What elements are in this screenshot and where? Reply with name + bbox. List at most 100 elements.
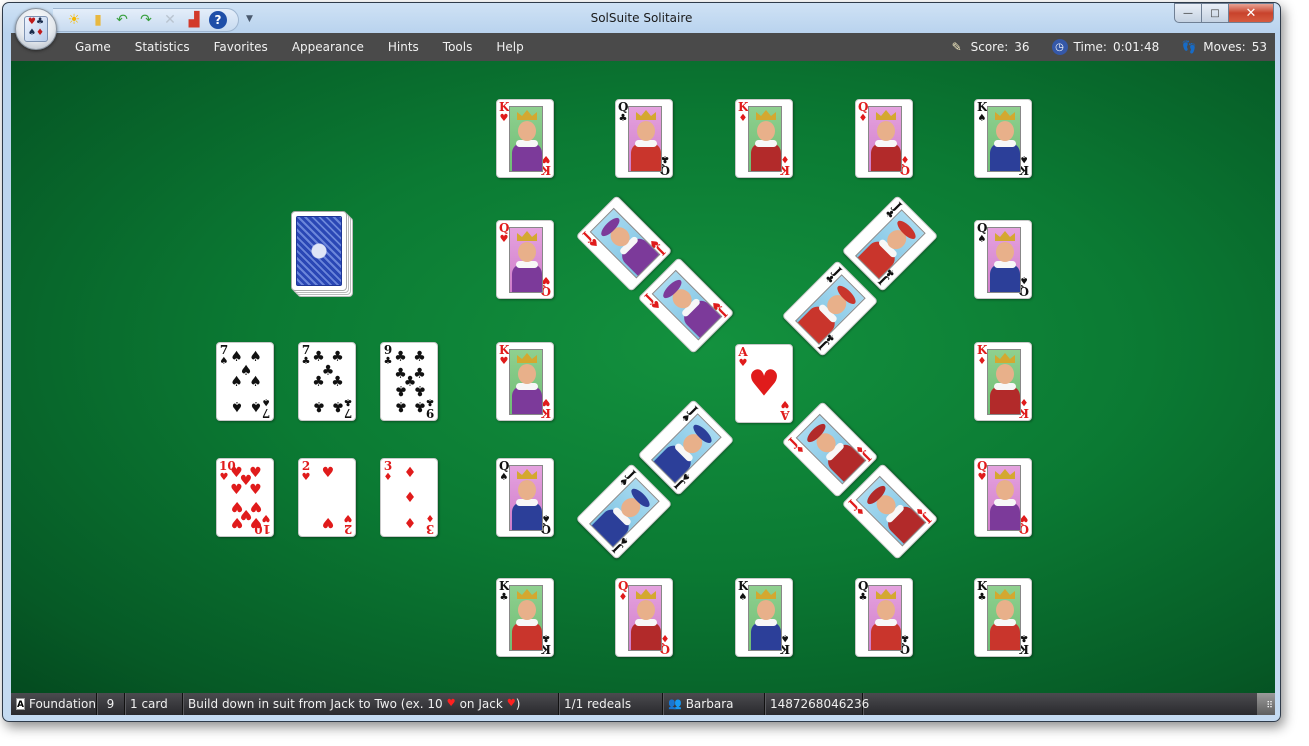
card-q-diamonds[interactable]: Q ♦ Q ♦ bbox=[615, 578, 673, 657]
robe bbox=[871, 622, 901, 650]
collar bbox=[635, 140, 657, 147]
card-q-clubs[interactable]: Q ♣ Q ♣ bbox=[615, 99, 673, 178]
pile-type-label: Foundation bbox=[28, 697, 96, 711]
quick-access-toolbar: ☀ ▮ ↶ ↷ ✕ ▟? bbox=[53, 8, 239, 32]
card-suit: ♣ bbox=[977, 592, 987, 603]
pip: ♣ bbox=[413, 398, 426, 415]
card-j-clubs[interactable]: J ♣ J ♣ bbox=[781, 260, 879, 357]
menu-tools[interactable]: Tools bbox=[431, 33, 485, 61]
card-back[interactable] bbox=[291, 211, 347, 291]
card-q-clubs[interactable]: Q ♣ Q ♣ bbox=[855, 578, 913, 657]
card-index-top: Q ♦ bbox=[858, 101, 868, 125]
pip-grid: ♣ ♣ ♣ ♣ ♣ ♣ ♣ bbox=[309, 349, 347, 415]
card-rank: Q bbox=[858, 100, 869, 114]
card-2-hearts[interactable]: 2 ♥ 2 ♥ ♥ ♥ bbox=[298, 458, 356, 537]
court-portrait bbox=[628, 106, 662, 172]
card-q-hearts[interactable]: Q ♥ Q ♥ bbox=[974, 458, 1032, 537]
robe bbox=[990, 143, 1020, 171]
collar bbox=[994, 499, 1016, 506]
card-index-top: Q ♠ bbox=[977, 222, 987, 246]
card-q-diamonds[interactable]: Q ♦ Q ♦ bbox=[855, 99, 913, 178]
robe bbox=[871, 143, 901, 171]
card-k-clubs[interactable]: K ♣ K ♣ bbox=[974, 578, 1032, 657]
card-rank: Q bbox=[858, 579, 869, 593]
help-icon[interactable]: ? bbox=[209, 11, 227, 29]
card-3-diamonds[interactable]: 3 ♦ 3 ♦ ♦ ♦ ♦ bbox=[380, 458, 438, 537]
card-rank: K bbox=[738, 100, 749, 114]
menu-favorites[interactable]: Favorites bbox=[202, 33, 280, 61]
card-q-spades[interactable]: Q ♠ Q ♠ bbox=[496, 458, 554, 537]
robe bbox=[751, 622, 781, 650]
card-k-clubs[interactable]: K ♣ K ♣ bbox=[496, 578, 554, 657]
pip: ♣ bbox=[413, 382, 426, 399]
pile-type-icon: A bbox=[16, 698, 25, 710]
card-7-spades[interactable]: 7 ♠ 7 ♠ ♠ ♠ ♠ ♠ ♠ ♠ ♠ bbox=[216, 342, 274, 421]
crown bbox=[636, 110, 656, 120]
pip: ♣ bbox=[413, 349, 426, 366]
card-j-spades[interactable]: J ♠ J ♠ bbox=[575, 463, 673, 560]
status-hint: Build down in suit from Jack to Two (ex.… bbox=[183, 693, 559, 715]
card-suit: ♣ bbox=[618, 113, 628, 124]
card-a-hearts[interactable]: A ♥ A ♥ ♥ bbox=[735, 344, 793, 423]
face bbox=[877, 121, 895, 141]
status-pile-count: 9 bbox=[97, 693, 125, 715]
close-button[interactable]: ✕ bbox=[1228, 3, 1274, 23]
card-9-clubs[interactable]: 9 ♣ 9 ♣ ♣ ♣ ♣ ♣ ♣ ♣ ♣ ♣ ♣ bbox=[380, 342, 438, 421]
pip: ♣ bbox=[394, 398, 407, 415]
card-index-top: K ♦ bbox=[738, 101, 748, 125]
card-j-spades[interactable]: J ♠ J ♠ bbox=[637, 399, 735, 496]
card-suit: ♠ bbox=[977, 113, 987, 124]
card-k-diamonds[interactable]: K ♦ K ♦ bbox=[974, 342, 1032, 421]
menu-appearance[interactable]: Appearance bbox=[280, 33, 376, 61]
crown bbox=[517, 353, 537, 363]
maximize-button[interactable]: □ bbox=[1201, 3, 1228, 23]
card-k-hearts[interactable]: K ♥ K ♥ bbox=[496, 342, 554, 421]
menu-statistics[interactable]: Statistics bbox=[123, 33, 202, 61]
customize-toolbar-dropdown-icon[interactable]: ▼ bbox=[246, 14, 253, 24]
pip: ♥ bbox=[321, 465, 335, 482]
card-suit: ♣ bbox=[499, 592, 509, 603]
robe bbox=[631, 143, 661, 171]
card-k-diamonds[interactable]: K ♦ K ♦ bbox=[735, 99, 793, 178]
robe bbox=[512, 143, 542, 171]
card-10-hearts[interactable]: 10 ♥ 10 ♥ ♥ ♥ ♥ ♥ ♥ ♥ ♥ ♥ ♥ ♥ bbox=[216, 458, 274, 537]
card-suit: ♥ bbox=[738, 358, 748, 369]
redo-icon[interactable]: ↷ bbox=[137, 11, 155, 29]
card-q-hearts[interactable]: Q ♥ Q ♥ bbox=[496, 220, 554, 299]
court-portrait bbox=[509, 106, 543, 172]
menu-help[interactable]: Help bbox=[484, 33, 535, 61]
crown bbox=[517, 110, 537, 120]
face bbox=[518, 480, 536, 500]
pip: ♦ bbox=[403, 465, 417, 482]
card-q-spades[interactable]: Q ♠ Q ♠ bbox=[974, 220, 1032, 299]
card-k-spades[interactable]: K ♠ K ♠ bbox=[974, 99, 1032, 178]
card-rank: K bbox=[977, 343, 988, 357]
card-suit: ♥ bbox=[977, 472, 987, 483]
card-k-spades[interactable]: K ♠ K ♠ bbox=[735, 578, 793, 657]
statistics-icon[interactable]: ▟ bbox=[185, 11, 203, 29]
card-7-clubs[interactable]: 7 ♣ 7 ♣ ♣ ♣ ♣ ♣ ♣ ♣ ♣ bbox=[298, 342, 356, 421]
card-k-hearts[interactable]: K ♥ K ♥ bbox=[496, 99, 554, 178]
card-index-top: K ♠ bbox=[977, 101, 987, 125]
moves-value: 53 bbox=[1251, 40, 1267, 54]
card-j-clubs[interactable]: J ♣ J ♣ bbox=[841, 195, 939, 292]
pip-grid: ♣ ♣ ♣ ♣ ♣ ♣ ♣ ♣ ♣ bbox=[391, 349, 429, 415]
app-menu-button[interactable]: ♥♣ ♠♦ bbox=[15, 8, 57, 50]
new-game-icon[interactable]: ☀ bbox=[65, 11, 83, 29]
card-suit: ♠ bbox=[977, 234, 987, 245]
face bbox=[518, 242, 536, 262]
minimize-button[interactable]: — bbox=[1174, 3, 1201, 23]
menu-hints[interactable]: Hints bbox=[376, 33, 431, 61]
menu-game[interactable]: Game bbox=[63, 33, 123, 61]
open-icon[interactable]: ▮ bbox=[89, 11, 107, 29]
card-suit: ♦ bbox=[977, 356, 987, 367]
pip-grid: ♥ ♥ bbox=[309, 465, 347, 531]
resize-grip[interactable]: ⠿ bbox=[1257, 693, 1275, 715]
stock-pile[interactable] bbox=[291, 211, 353, 297]
undo-icon[interactable]: ↶ bbox=[113, 11, 131, 29]
delete-icon[interactable]: ✕ bbox=[161, 11, 179, 29]
card-j-hearts[interactable]: J ♥ J ♥ bbox=[637, 257, 735, 354]
court-portrait bbox=[509, 349, 543, 415]
status-redeals: 1/1 redeals bbox=[559, 693, 663, 715]
robe bbox=[990, 386, 1020, 414]
